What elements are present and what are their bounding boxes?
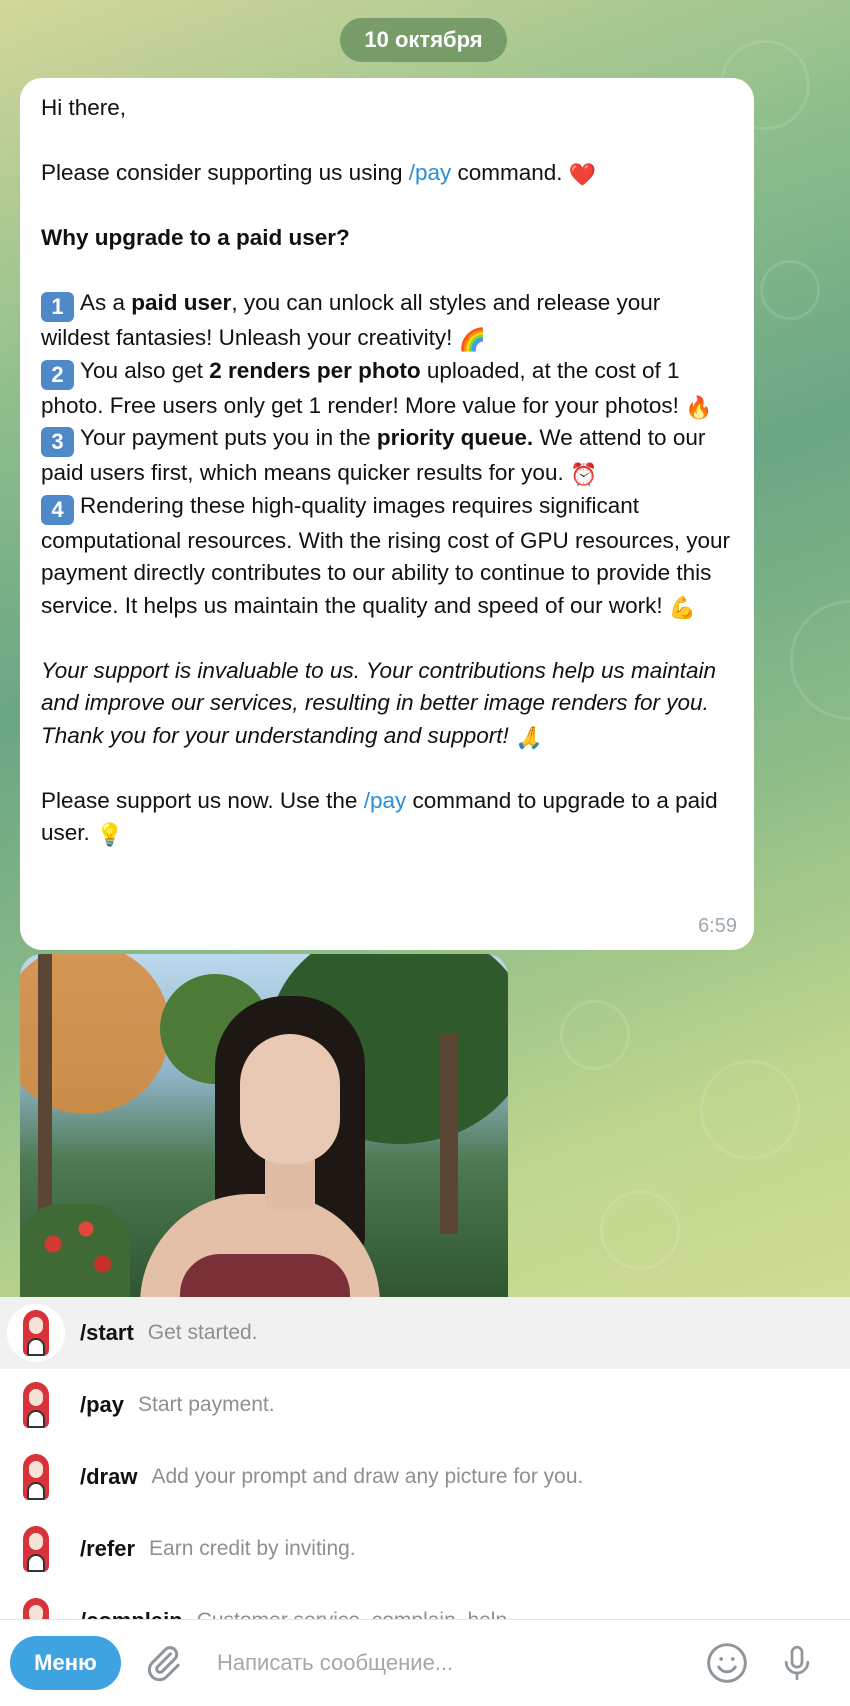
menu-button[interactable]: Меню: [10, 1636, 121, 1690]
command-name: /start: [80, 1320, 134, 1345]
greeting-text: Hi there,: [41, 95, 127, 120]
command-complain[interactable]: /complain Customer service, complain, he…: [0, 1585, 850, 1619]
why-heading: Why upgrade to a paid user?: [41, 225, 350, 250]
attach-clip-icon[interactable]: [143, 1643, 183, 1683]
point-4: 4 Rendering these high-quality images req…: [41, 492, 731, 620]
command-start[interactable]: /start Get started.: [0, 1297, 850, 1369]
command-pay[interactable]: /pay Start payment.: [0, 1369, 850, 1441]
bot-avatar: [7, 1448, 65, 1506]
message-input[interactable]: [217, 1638, 687, 1688]
pay-command-link-2[interactable]: /pay: [364, 788, 407, 813]
command-name: /complain: [80, 1608, 183, 1619]
point-3: 3 Your payment puts you in the priority q…: [41, 425, 706, 487]
final-call-to-action: Please support us now. Use the /pay comm…: [41, 787, 718, 847]
command-description: Customer service, complain, help.: [197, 1609, 513, 1619]
bot-avatar: [7, 1304, 65, 1362]
fire-emoji: 🔥: [685, 394, 713, 420]
message-bubble: Hi there, Please consider supporting us …: [20, 78, 754, 950]
point-1: 1 As a paid user, you can unlock all styl…: [41, 290, 661, 352]
bot-commands-panel: /start Get started. /pay Start payment. …: [0, 1297, 850, 1619]
bot-avatar: [7, 1376, 65, 1434]
emoji-smile-icon[interactable]: [705, 1641, 749, 1685]
command-refer[interactable]: /refer Earn credit by inviting.: [0, 1513, 850, 1585]
message-input-bar: Меню: [0, 1619, 850, 1706]
message-time: 6:59: [698, 914, 737, 937]
command-description: Get started.: [147, 1321, 258, 1344]
microphone-icon[interactable]: [777, 1641, 817, 1685]
keycap-1-icon: 1: [41, 292, 74, 322]
thanks-paragraph: Your support is invaluable to us. Your c…: [41, 657, 716, 750]
point-2: 2 You also get 2 renders per photo upload…: [41, 357, 713, 420]
command-name: /refer: [80, 1536, 136, 1561]
keycap-4-icon: 4: [41, 494, 74, 525]
pay-command-link[interactable]: /pay: [409, 160, 452, 185]
bot-avatar: [7, 1520, 65, 1578]
light-bulb-emoji: 💡: [96, 822, 124, 847]
command-description: Add your prompt and draw any picture for…: [151, 1465, 584, 1488]
flexed-biceps-emoji: 💪: [668, 594, 697, 620]
support-line: Please consider supporting us using /pay…: [41, 160, 597, 187]
bot-avatar: [7, 1592, 65, 1619]
command-description: Earn credit by inviting.: [149, 1537, 356, 1560]
alarm-clock-emoji: ⏰: [569, 462, 598, 487]
keycap-2-icon: 2: [41, 359, 74, 390]
command-name: /draw: [80, 1464, 138, 1489]
heart-emoji: ❤️: [568, 162, 597, 187]
rainbow-emoji: 🌈: [458, 327, 487, 352]
command-draw[interactable]: /draw Add your prompt and draw any pictu…: [0, 1441, 850, 1513]
chat-background: 10 октября Hi there, Please consider sup…: [0, 0, 850, 1297]
command-description: Start payment.: [138, 1393, 275, 1416]
folded-hands-emoji: 🙏: [515, 724, 543, 750]
command-name: /pay: [80, 1392, 125, 1417]
keycap-3-icon: 3: [41, 427, 74, 457]
date-separator: 10 октября: [340, 18, 507, 62]
photo-message[interactable]: [20, 954, 508, 1297]
